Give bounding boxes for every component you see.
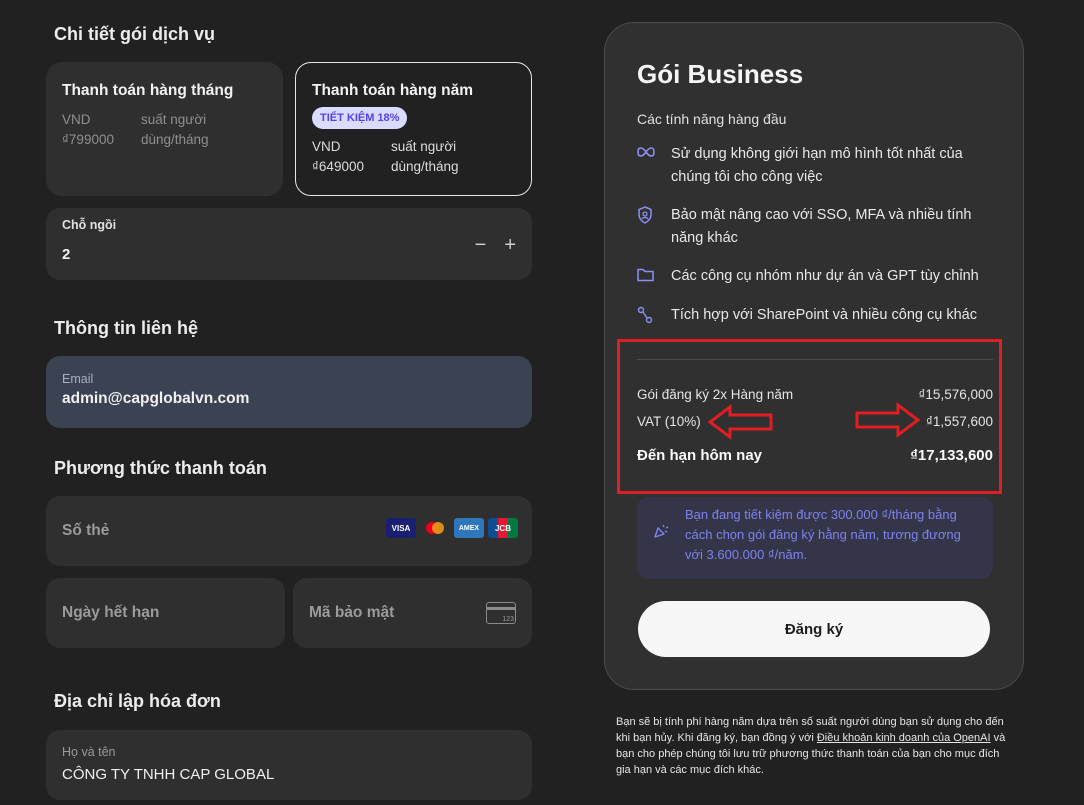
annotation-arrow-left-icon — [708, 404, 773, 440]
billing-name-label: Họ và tên — [62, 745, 116, 759]
seats-value[interactable]: 2 — [62, 246, 70, 263]
subscribe-button[interactable]: Đăng ký — [638, 601, 990, 657]
monthly-per-month: dùng/tháng — [141, 132, 209, 147]
visa-icon: VISA — [386, 518, 416, 538]
email-value: admin@capglobalvn.com — [62, 390, 250, 407]
billing-name-field[interactable]: Họ và tên CÔNG TY TNHH CAP GLOBAL — [46, 730, 532, 800]
monthly-per-user: suất người — [141, 112, 207, 127]
yearly-price: ₫649000 — [312, 159, 364, 174]
feature-text: Sử dụng không giới hạn mô hình tốt nhất … — [671, 146, 963, 185]
email-field[interactable]: Email admin@capglobalvn.com — [46, 356, 532, 428]
jcb-icon: JCB — [488, 518, 518, 538]
cvc-hint: 123 — [502, 616, 514, 623]
amex-icon: AMEX — [454, 518, 484, 538]
cvc-placeholder: Mã bảo mật — [309, 604, 395, 621]
terms-link[interactable]: Điều khoản kinh doanh của OpenAI — [817, 732, 991, 744]
folder-icon — [637, 265, 671, 287]
feature-text: Bảo mật nâng cao với SSO, MFA và nhiều t… — [671, 207, 972, 246]
feature-item: Sử dụng không giới hạn mô hình tốt nhất … — [637, 143, 997, 189]
infinity-icon — [637, 143, 671, 163]
feature-item: Tích hợp với SharePoint và nhiều công cụ… — [637, 304, 997, 329]
billing-name-value: CÔNG TY TNHH CAP GLOBAL — [62, 766, 275, 783]
billing-title: Địa chỉ lập hóa đơn — [54, 691, 221, 711]
monthly-currency: VND — [62, 112, 91, 127]
party-icon — [653, 523, 669, 544]
decrement-seats-button[interactable]: − — [475, 234, 487, 257]
seats-field: Chỗ ngồi 2 − + — [46, 208, 532, 280]
legal-notice: Bạn sẽ bị tính phí hàng năm dựa trên số … — [616, 714, 1016, 778]
expiry-placeholder: Ngày hết hạn — [62, 604, 160, 621]
annotation-arrow-right-icon — [855, 402, 920, 438]
shield-icon — [637, 204, 671, 229]
savings-text: Bạn đang tiết kiệm được 300.000 ₫/tháng … — [685, 507, 961, 562]
seats-label: Chỗ ngồi — [62, 218, 117, 232]
card-number-placeholder: Số thẻ — [62, 522, 110, 539]
yearly-per-month: dùng/tháng — [391, 159, 459, 174]
email-label: Email — [62, 372, 94, 386]
increment-seats-button[interactable]: + — [504, 234, 516, 257]
yearly-plan-name: Thanh toán hàng năm — [312, 82, 474, 99]
yearly-plan-card[interactable]: Thanh toán hàng năm TIẾT KIỆM 18% VND ₫6… — [295, 62, 532, 196]
link-icon — [637, 304, 671, 329]
feature-text: Tích hợp với SharePoint và nhiều công cụ… — [671, 307, 977, 323]
plan-details-title: Chi tiết gói dịch vụ — [54, 24, 215, 44]
cvc-field[interactable]: Mã bảo mật 123 — [293, 578, 532, 648]
monthly-price: ₫799000 — [62, 132, 114, 147]
feature-item: Bảo mật nâng cao với SSO, MFA và nhiều t… — [637, 204, 997, 250]
contact-title: Thông tin liên hệ — [54, 318, 198, 338]
feature-item: Các công cụ nhóm như dự án và GPT tùy ch… — [637, 265, 997, 288]
annotation-highlight-box — [617, 339, 1002, 494]
payment-title: Phương thức thanh toán — [54, 458, 267, 478]
cvc-card-icon: 123 — [486, 602, 516, 624]
savings-notice: Bạn đang tiết kiệm được 300.000 ₫/tháng … — [637, 497, 993, 579]
feature-text: Các công cụ nhóm như dự án và GPT tùy ch… — [671, 268, 979, 284]
mastercard-icon — [420, 518, 450, 538]
expiry-field[interactable]: Ngày hết hạn — [46, 578, 285, 648]
features-subtitle: Các tính năng hàng đầu — [637, 111, 787, 127]
yearly-per-user: suất người — [391, 139, 457, 154]
yearly-currency: VND — [312, 139, 341, 154]
card-number-field[interactable]: Số thẻ VISA AMEX JCB — [46, 496, 532, 566]
savings-badge: TIẾT KIỆM 18% — [312, 107, 408, 129]
monthly-plan-name: Thanh toán hàng tháng — [62, 82, 234, 99]
monthly-plan-card[interactable]: Thanh toán hàng tháng VND ₫799000 suất n… — [46, 62, 283, 196]
plan-title: Gói Business — [637, 59, 804, 89]
